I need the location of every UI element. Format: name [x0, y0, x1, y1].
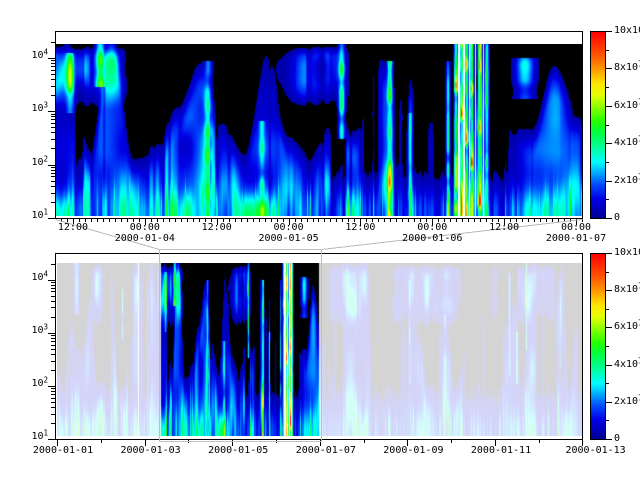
y-tick-label: 101	[10, 211, 48, 221]
colorbar-tick-label: 6x107	[614, 101, 640, 111]
y-tick-label: 103	[10, 326, 48, 336]
selection-box[interactable]	[160, 250, 322, 442]
y-tick-label: 103	[10, 104, 48, 114]
y-tick-label: 102	[10, 158, 48, 168]
y-tick-label: 102	[10, 379, 48, 389]
colorbar-tick-label: 4x107	[614, 138, 640, 148]
colorbar-tick-label: 10x107	[614, 26, 640, 36]
colorbar-tick-label: 4x107	[614, 360, 640, 370]
x-tick-date-label: 2000-01-09	[381, 446, 445, 456]
colorbar-tick-label: 8x107	[614, 63, 640, 73]
colorbar-tick-label: 0	[614, 434, 640, 444]
x-tick-time-label: 00:00	[120, 223, 170, 233]
x-tick-date-label: 2000-01-03	[119, 446, 183, 456]
x-tick-date-label: 2000-01-04	[113, 234, 177, 244]
colorbar-tick-label: 0	[614, 213, 640, 223]
detail-colorbar-frame	[591, 32, 606, 219]
x-tick-date-label: 2000-01-07	[544, 234, 608, 244]
x-tick-date-label: 2000-01-06	[400, 234, 464, 244]
x-tick-date-label: 2000-01-13	[564, 446, 628, 456]
x-tick-date-label: 2000-01-01	[31, 446, 95, 456]
y-tick-label: 104	[10, 51, 48, 61]
y-tick-label: 101	[10, 432, 48, 442]
colorbar-tick-label: 2x107	[614, 176, 640, 186]
x-tick-date-label: 2000-01-07	[294, 446, 358, 456]
x-tick-time-label: 12:00	[479, 223, 529, 233]
detail-plot-frame	[56, 32, 583, 219]
overview-plot-frame	[56, 254, 583, 440]
x-tick-time-label: 12:00	[48, 223, 98, 233]
x-tick-date-label: 2000-01-05	[257, 234, 321, 244]
spectrogram-figure: 12:0000:002000-01-0412:0000:002000-01-05…	[0, 0, 640, 480]
x-tick-time-label: 12:00	[335, 223, 385, 233]
colorbar-tick-label: 6x107	[614, 322, 640, 332]
colorbar-tick-label: 2x107	[614, 397, 640, 407]
x-tick-time-label: 00:00	[551, 223, 601, 233]
y-tick-label: 104	[10, 273, 48, 283]
x-tick-time-label: 00:00	[407, 223, 457, 233]
x-tick-date-label: 2000-01-05	[206, 446, 270, 456]
x-tick-time-label: 12:00	[192, 223, 242, 233]
overview-colorbar-frame	[591, 254, 606, 440]
colorbar-tick-label: 10x107	[614, 248, 640, 258]
x-tick-time-label: 00:00	[264, 223, 314, 233]
colorbar-tick-label: 8x107	[614, 285, 640, 295]
x-tick-date-label: 2000-01-11	[469, 446, 533, 456]
